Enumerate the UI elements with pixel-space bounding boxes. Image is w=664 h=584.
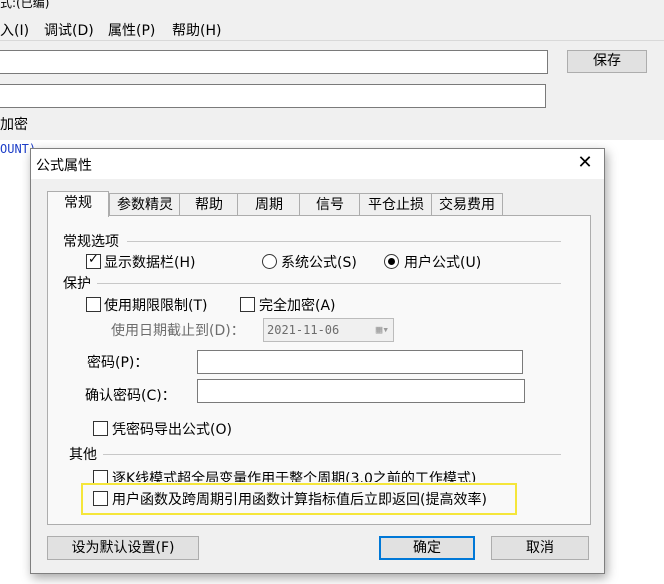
expiry-date-value: 2021-11-06 <box>267 323 340 337</box>
system-formula-radio[interactable] <box>262 254 277 269</box>
return-immediately-label: 用户函数及跨周期引用函数计算指标值后立即返回(提高效率) <box>112 492 487 508</box>
use-period-limit-checkbox[interactable] <box>86 297 101 312</box>
show-data-bar-checkbox[interactable] <box>86 252 101 269</box>
formula-properties-dialog: 公式属性 ✕ 常规 参数精灵 帮助 周期 信号 平仓止损 交易费用 常规选项 显… <box>30 148 605 574</box>
password-label: 密码(P)： <box>87 355 149 371</box>
full-encrypt-checkbox[interactable] <box>240 297 255 312</box>
user-formula-radio[interactable] <box>384 254 399 269</box>
cancel-button[interactable]: 取消 <box>491 536 589 560</box>
encrypt-label: 加密 <box>0 117 28 133</box>
menu-insert[interactable]: 入(I) <box>0 20 29 40</box>
menu-debug[interactable]: 调试(D) <box>44 20 94 40</box>
full-encrypt-label: 完全加密(A) <box>259 298 336 314</box>
return-immediately-checkbox[interactable] <box>93 491 108 506</box>
dialog-titlebar[interactable] <box>31 149 604 179</box>
divider <box>127 241 561 242</box>
save-button[interactable]: 保存 <box>567 50 647 73</box>
divider <box>103 454 561 455</box>
confirm-password-input[interactable] <box>197 379 525 403</box>
divider <box>97 283 561 284</box>
close-icon[interactable]: ✕ <box>575 153 595 173</box>
expiry-date-picker[interactable]: 2021-11-06 ▦▾ <box>263 318 394 342</box>
dialog-title: 公式属性 <box>36 158 92 174</box>
user-formula-label: 用户公式(U) <box>404 255 482 271</box>
set-default-button[interactable]: 设为默认设置(F) <box>47 536 199 560</box>
tab-help[interactable]: 帮助 <box>179 193 239 216</box>
formula-desc-input[interactable] <box>0 84 546 108</box>
tab-stop-loss[interactable]: 平仓止损 <box>359 193 433 216</box>
calendar-dropdown-icon[interactable]: ▦▾ <box>376 319 389 341</box>
kline-mode-label: 逐K线模式超全局变量作用于整个周期(3.0之前的工作模式) <box>112 471 477 482</box>
group-general-options: 常规选项 <box>63 234 119 250</box>
show-data-bar-label: 显示数据栏(H) <box>104 255 196 271</box>
menu-help[interactable]: 帮助(H) <box>172 20 221 40</box>
use-period-limit-label: 使用期限限制(T) <box>104 298 208 314</box>
export-with-password-checkbox[interactable] <box>93 421 108 436</box>
menu-properties[interactable]: 属性(P) <box>108 20 155 40</box>
group-other: 其他 <box>69 447 97 463</box>
tab-general[interactable]: 常规 <box>47 191 109 217</box>
tab-signal[interactable]: 信号 <box>299 193 361 216</box>
export-with-password-label: 凭密码导出公式(O) <box>112 422 232 438</box>
group-protect: 保护 <box>63 276 91 292</box>
confirm-password-label: 确认密码(C)： <box>85 388 176 404</box>
tab-param-wizard[interactable]: 参数精灵 <box>109 193 181 216</box>
tab-trading-fee[interactable]: 交易费用 <box>431 193 503 216</box>
ok-button[interactable]: 确定 <box>379 536 475 560</box>
formula-name-input[interactable] <box>0 50 548 74</box>
password-input[interactable] <box>197 350 523 374</box>
window-title-fragment: 式:(已编) <box>0 0 50 10</box>
menu-bar: 入(I) 调试(D) 属性(P) 帮助(H) <box>0 16 664 41</box>
tab-period[interactable]: 周期 <box>237 193 301 216</box>
expiry-date-label: 使用日期截止到(D)： <box>111 323 245 339</box>
system-formula-label: 系统公式(S) <box>281 255 357 271</box>
